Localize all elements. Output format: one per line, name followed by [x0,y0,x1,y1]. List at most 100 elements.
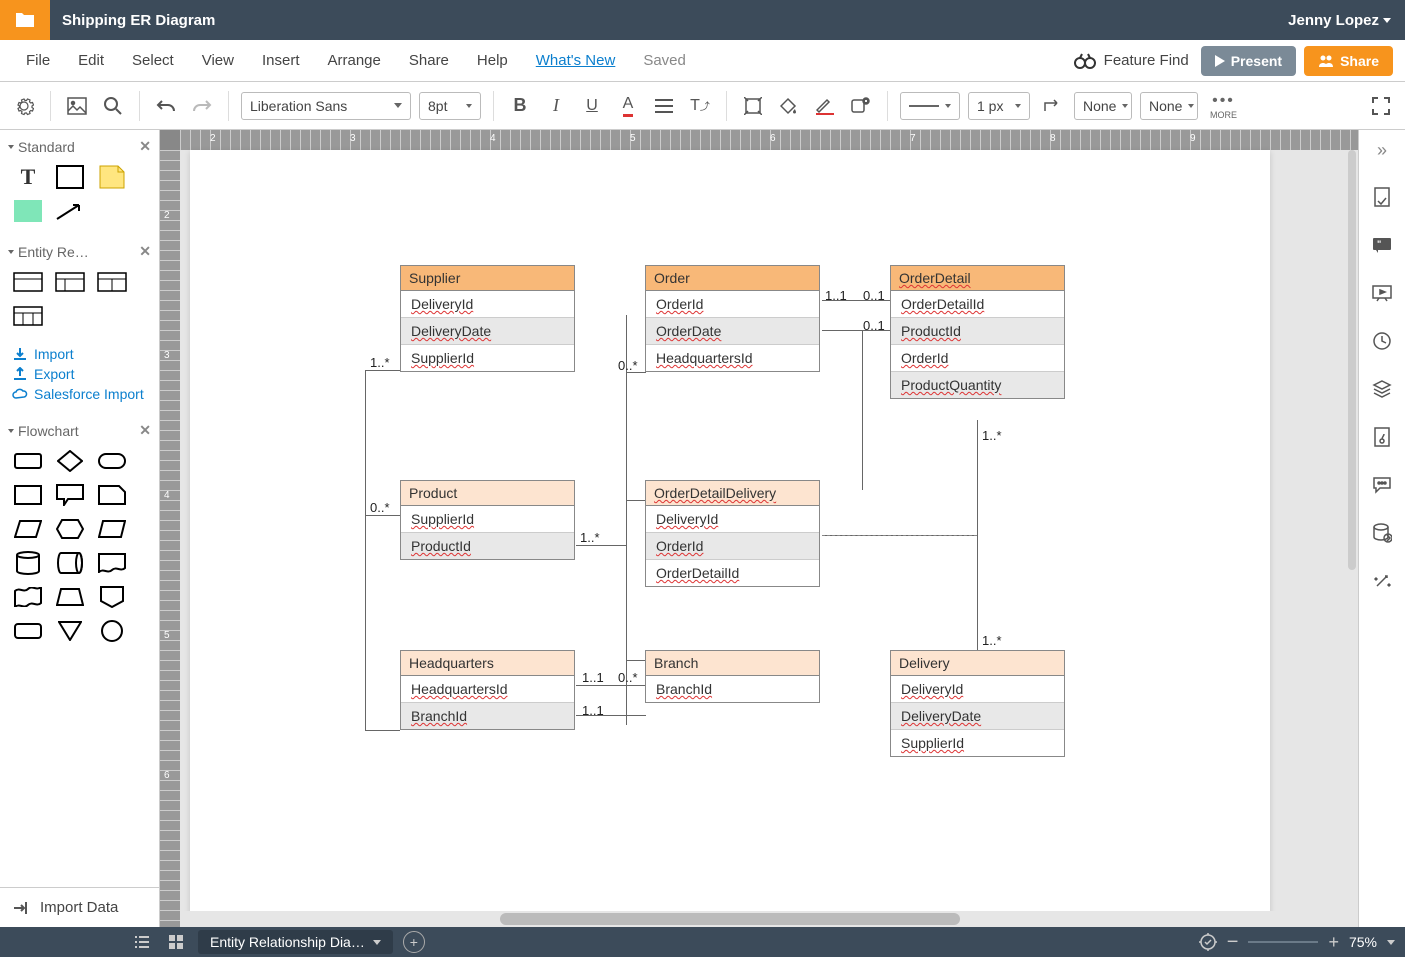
text-shape[interactable]: T [12,165,44,189]
fc-rect2[interactable] [12,483,44,507]
fc-cyl2[interactable] [54,551,86,575]
shape-outline-icon[interactable] [739,92,767,120]
close-icon[interactable]: ✕ [139,422,151,439]
entity-orderdetail[interactable]: OrderDetail OrderDetailId ProductId Orde… [890,265,1065,399]
fullscreen-icon[interactable] [1367,92,1395,120]
close-icon[interactable]: ✕ [139,243,151,260]
share-button[interactable]: Share [1304,46,1393,76]
fill-icon[interactable] [775,92,803,120]
close-icon[interactable]: ✕ [139,138,151,155]
note-shape[interactable] [96,165,128,189]
fc-merge[interactable] [54,619,86,643]
line-style-select[interactable] [900,92,960,120]
connector[interactable] [576,685,646,686]
vertical-scrollbar[interactable] [1346,150,1358,710]
grid-view-icon[interactable] [164,930,188,954]
rect-shape[interactable] [54,165,86,189]
connector[interactable] [626,315,627,725]
entity-delivery[interactable]: Delivery DeliveryId DeliveryDate Supplie… [890,650,1065,757]
comments-icon[interactable]: " [1370,233,1394,257]
user-menu[interactable]: Jenny Lopez [1288,12,1405,29]
fc-rect3[interactable] [12,619,44,643]
canvas[interactable]: 2 3 4 5 6 7 8 9 2 3 4 5 6 [160,130,1358,927]
connector[interactable] [626,660,646,661]
connector[interactable] [365,370,400,371]
connector[interactable] [626,500,646,501]
page-settings-icon[interactable] [1370,185,1394,209]
redo-icon[interactable] [188,92,216,120]
horizontal-scrollbar[interactable] [180,911,1358,927]
scrollbar-thumb[interactable] [1348,150,1356,570]
entity-headquarters[interactable]: Headquarters HeadquartersId BranchId [400,650,575,730]
add-page-button[interactable]: + [403,931,425,953]
chat-icon[interactable] [1370,473,1394,497]
font-family-select[interactable]: Liberation Sans [241,92,411,120]
layers-icon[interactable] [1370,377,1394,401]
entity-shape-3[interactable] [96,270,128,294]
menu-arrange[interactable]: Arrange [314,42,395,79]
data-icon[interactable] [1370,521,1394,545]
page-tab[interactable]: Entity Relationship Dia… [198,930,393,954]
underline-icon[interactable]: U [578,92,606,120]
page[interactable]: 1..* 0..* 1..* 0..* 1..1 0..1 0..1 1..1 … [190,150,1270,927]
entity-shape-1[interactable] [12,270,44,294]
themes-icon[interactable] [1370,425,1394,449]
menu-select[interactable]: Select [118,42,188,79]
connector[interactable] [365,370,366,730]
fc-rect[interactable] [12,449,44,473]
entity-header[interactable]: Supplier [401,266,574,291]
text-color-icon[interactable]: A [614,92,642,120]
zoom-in[interactable]: + [1328,932,1339,953]
list-view-icon[interactable] [130,930,154,954]
app-logo[interactable] [0,0,50,40]
bold-icon[interactable]: B [506,92,534,120]
fc-offpage[interactable] [96,585,128,609]
italic-icon[interactable]: I [542,92,570,120]
connector[interactable] [977,420,978,650]
zoom-level[interactable]: 75% [1349,934,1377,950]
gear-icon[interactable] [10,92,38,120]
menu-share[interactable]: Share [395,42,463,79]
connector[interactable] [365,515,400,516]
target-icon[interactable] [1199,933,1217,951]
menu-help[interactable]: Help [463,42,522,79]
entity-order[interactable]: Order OrderId OrderDate HeadquartersId [645,265,820,372]
line-routing-icon[interactable] [1038,92,1066,120]
line-width-select[interactable]: 1 px [968,92,1030,120]
history-icon[interactable] [1370,329,1394,353]
font-size-select[interactable]: 8pt [419,92,481,120]
line-color-icon[interactable] [811,92,839,120]
document-title[interactable]: Shipping ER Diagram [50,12,215,29]
block-shape[interactable] [12,199,44,223]
fc-para[interactable] [96,517,128,541]
more-button[interactable]: ••• MORE [1210,92,1237,120]
entity-header[interactable]: Order [646,266,819,291]
present-panel-icon[interactable] [1370,281,1394,305]
fc-terminator[interactable] [96,449,128,473]
zoom-slider-left[interactable] [1248,941,1318,943]
arrow-end-select[interactable]: None [1140,92,1198,120]
undo-icon[interactable] [152,92,180,120]
align-icon[interactable] [650,92,678,120]
section-standard[interactable]: Standard ✕ [0,130,159,161]
entity-shape-2[interactable] [54,270,86,294]
section-flowchart[interactable]: Flowchart ✕ [0,414,159,445]
section-entity[interactable]: Entity Re… ✕ [0,235,159,266]
image-icon[interactable] [63,92,91,120]
fc-doc[interactable] [96,551,128,575]
entity-shape-4[interactable] [12,304,44,328]
shape-options-icon[interactable] [847,92,875,120]
import-link[interactable]: Import [12,346,147,362]
arrow-shape[interactable] [54,199,86,223]
collapse-icon[interactable]: » [1377,140,1387,161]
entity-header[interactable]: Branch [646,651,819,676]
text-options-icon[interactable]: T⤴ [686,92,714,120]
fc-cyl[interactable] [12,551,44,575]
connector[interactable] [822,330,862,331]
fc-circle[interactable] [96,619,128,643]
export-link[interactable]: Export [12,366,147,382]
connector[interactable] [365,730,400,731]
entity-header[interactable]: Headquarters [401,651,574,676]
magic-icon[interactable] [1370,569,1394,593]
fc-callout[interactable] [54,483,86,507]
